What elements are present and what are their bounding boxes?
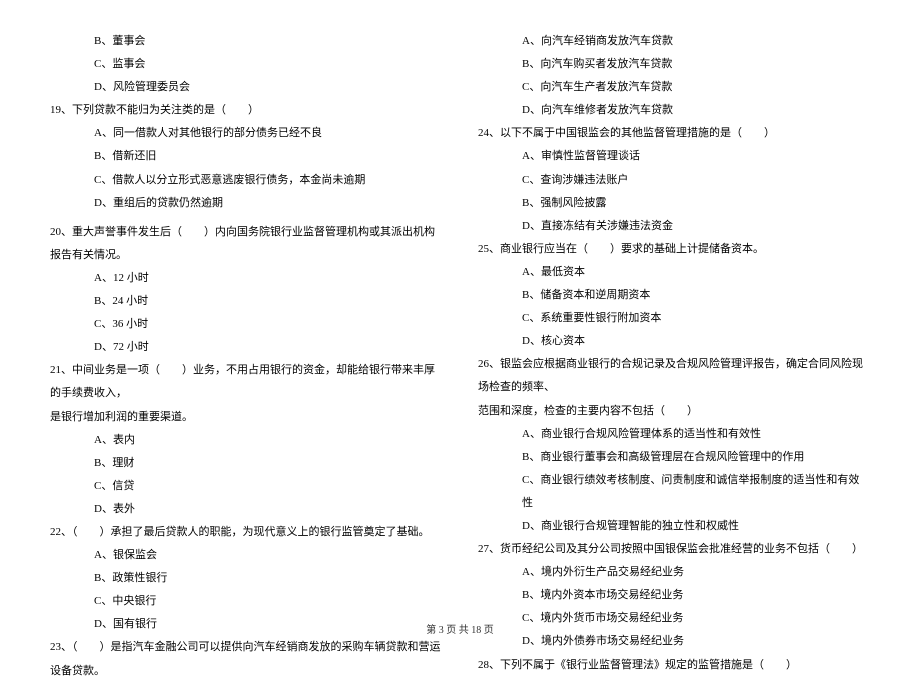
- question-19: 19、下列贷款不能归为关注类的是（ ）: [50, 99, 442, 122]
- option: D、直接冻结有关涉嫌违法资金: [478, 215, 870, 238]
- option: A、表内: [50, 429, 442, 452]
- question-21-cont: 是银行增加利润的重要渠道。: [50, 406, 442, 429]
- question-23: 23、（ ）是指汽车金融公司可以提供向汽车经销商发放的采购车辆贷款和营运设备贷款…: [50, 636, 442, 682]
- option: A、境内外衍生产品交易经纪业务: [478, 561, 870, 584]
- option: D、向汽车维修者发放汽车贷款: [478, 99, 870, 122]
- option: D、商业银行合规管理智能的独立性和权威性: [478, 515, 870, 538]
- question-20: 20、重大声誉事件发生后（ ）内向国务院银行业监督管理机构或其派出机构报告有关情…: [50, 221, 442, 267]
- option: D、核心资本: [478, 330, 870, 353]
- option: B、向汽车购买者发放汽车贷款: [478, 53, 870, 76]
- option: C、借款人以分立形式恶意逃废银行债务，本金尚未逾期: [50, 169, 442, 192]
- option: A、向汽车经销商发放汽车贷款: [478, 30, 870, 53]
- option: D、风险管理委员会: [50, 76, 442, 99]
- question-21: 21、中间业务是一项（ ）业务，不用占用银行的资金，却能给银行带来丰厚的手续费收…: [50, 359, 442, 405]
- question-28: 28、下列不属于《银行业监督管理法》规定的监管措施是（ ）: [478, 654, 870, 677]
- option: B、境内外资本市场交易经纪业务: [478, 584, 870, 607]
- option: A、12 小时: [50, 267, 442, 290]
- option: A、审慎性监督管理谈话: [478, 145, 870, 168]
- option: D、重组后的贷款仍然逾期: [50, 192, 442, 215]
- option: C、36 小时: [50, 313, 442, 336]
- right-column: A、向汽车经销商发放汽车贷款 B、向汽车购买者发放汽车贷款 C、向汽车生产者发放…: [460, 30, 870, 610]
- option: C、系统重要性银行附加资本: [478, 307, 870, 330]
- option: B、24 小时: [50, 290, 442, 313]
- option: C、向汽车生产者发放汽车贷款: [478, 76, 870, 99]
- option: B、强制风险披露: [478, 192, 870, 215]
- option: C、商业银行绩效考核制度、问责制度和诚信举报制度的适当性和有效性: [478, 469, 870, 515]
- option: C、中央银行: [50, 590, 442, 613]
- option: B、理财: [50, 452, 442, 475]
- option: C、信贷: [50, 475, 442, 498]
- left-column: B、董事会 C、监事会 D、风险管理委员会 19、下列贷款不能归为关注类的是（ …: [50, 30, 460, 610]
- option: D、72 小时: [50, 336, 442, 359]
- option: B、商业银行董事会和高级管理层在合规风险管理中的作用: [478, 446, 870, 469]
- question-24: 24、以下不属于中国银监会的其他监督管理措施的是（ ）: [478, 122, 870, 145]
- option: C、监事会: [50, 53, 442, 76]
- question-25: 25、商业银行应当在（ ）要求的基础上计提储备资本。: [478, 238, 870, 261]
- option: A、最低资本: [478, 261, 870, 284]
- option: B、借新还旧: [50, 145, 442, 168]
- option: A、银保监会: [50, 544, 442, 567]
- option: A、同一借款人对其他银行的部分债务已经不良: [50, 122, 442, 145]
- option: B、储备资本和逆周期资本: [478, 284, 870, 307]
- question-26: 26、银监会应根据商业银行的合规记录及合规风险管理评报告，确定合同风险现场检查的…: [478, 353, 870, 399]
- question-27: 27、货币经纪公司及其分公司按照中国银保监会批准经营的业务不包括（ ）: [478, 538, 870, 561]
- question-22: 22、（ ）承担了最后贷款人的职能，为现代意义上的银行监管奠定了基础。: [50, 521, 442, 544]
- option: D、表外: [50, 498, 442, 521]
- question-26-cont: 范围和深度，检查的主要内容不包括（ ）: [478, 400, 870, 423]
- option: B、政策性银行: [50, 567, 442, 590]
- option: B、董事会: [50, 30, 442, 53]
- option: C、查询涉嫌违法账户: [478, 169, 870, 192]
- page-footer: 第 3 页 共 18 页: [0, 621, 920, 636]
- option: A、商业银行合规风险管理体系的适当性和有效性: [478, 423, 870, 446]
